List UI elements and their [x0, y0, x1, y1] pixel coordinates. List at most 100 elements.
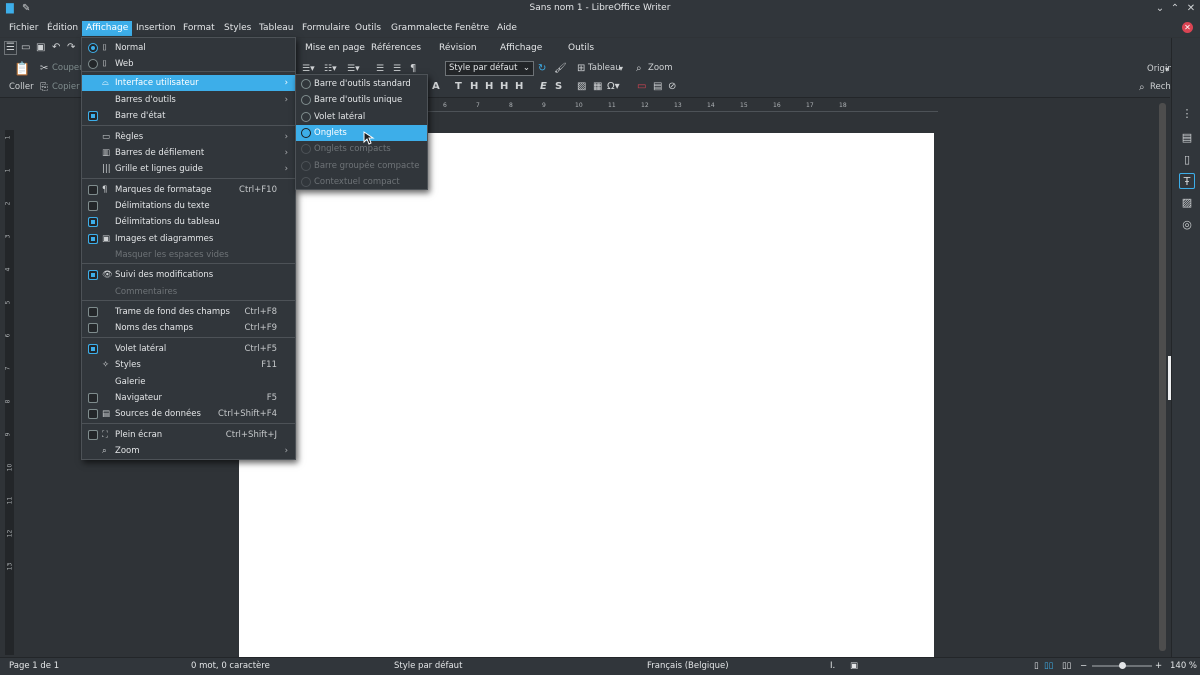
styles-icon[interactable]: Ŧ [1179, 173, 1195, 189]
view-menu-item[interactable]: Délimitations du tableau [82, 214, 295, 230]
tab-outils[interactable]: Outils [568, 43, 594, 53]
heading1-icon[interactable]: H [470, 81, 478, 93]
save-icon[interactable]: ▣ [36, 42, 45, 54]
new-style-icon[interactable]: 🖌 [554, 63, 567, 75]
close-document-icon[interactable]: ✕ [1182, 22, 1193, 33]
view-menu-item[interactable]: ▤ Sources de données Ctrl+Shift+F4 [82, 406, 295, 422]
ui-submenu-item[interactable]: Onglets [296, 124, 427, 141]
cut-button[interactable]: Couper [52, 63, 83, 73]
zoom-button[interactable]: Zoom [648, 63, 673, 73]
close-window-icon[interactable]: ✕ [1184, 2, 1198, 16]
view-menu-item[interactable]: ¶ Marques de formatage Ctrl+F10 [82, 182, 295, 198]
checkbox[interactable] [88, 111, 98, 121]
navigator-icon[interactable]: ⊘ [668, 81, 676, 93]
view-menu-item[interactable]: Noms des champs Ctrl+F9 [82, 320, 295, 336]
page-icon[interactable]: ▯ [1179, 152, 1195, 168]
track-changes-icon[interactable]: ▤ [653, 81, 662, 93]
menu-format[interactable]: Format [179, 21, 219, 36]
comment-icon[interactable]: ▭ [637, 81, 646, 93]
navigator-sidebar-icon[interactable]: ◎ [1179, 217, 1195, 233]
radio-button[interactable] [301, 79, 311, 89]
radio-button[interactable] [301, 95, 311, 106]
paste-icon[interactable]: 📋 [14, 63, 30, 76]
ui-submenu-item[interactable]: Barre d'outils unique [296, 92, 427, 108]
menu-styles[interactable]: Styles [220, 21, 255, 36]
menu-insertion[interactable]: Insertion [132, 21, 180, 36]
checkbox[interactable] [88, 393, 98, 403]
radio-button[interactable] [301, 176, 311, 187]
checkbox[interactable] [88, 217, 98, 227]
menu-toggle-icon[interactable]: ☰ [4, 41, 17, 55]
checkbox[interactable] [88, 185, 98, 195]
cut-icon[interactable]: ✂ [40, 63, 48, 75]
redo-icon[interactable]: ↷ [67, 42, 75, 54]
undo-icon[interactable]: ↶ [52, 42, 60, 54]
view-menu-item[interactable]: ⌕ Zoom › [82, 443, 295, 459]
menu-affichage[interactable]: Affichage [82, 21, 133, 36]
search-icon[interactable]: ⌕ [1139, 82, 1145, 94]
open-icon[interactable]: ▭ [21, 42, 30, 54]
view-menu-item[interactable]: Barre d'état [82, 108, 295, 124]
update-style-icon[interactable]: ↻ [538, 63, 546, 75]
menu-outils[interactable]: Outils [351, 21, 385, 36]
paste-button[interactable]: Coller [9, 82, 34, 92]
zoom-slider-handle[interactable] [1119, 662, 1126, 669]
strong-icon[interactable]: S [555, 81, 562, 93]
checkbox[interactable] [88, 409, 98, 419]
book-view-icon[interactable]: ▯▯ [1062, 661, 1071, 671]
vertical-ruler[interactable]: 1 1 2 3 4 5 6 7 8 9 10 11 12 13 [4, 130, 14, 655]
view-menu-item[interactable]: Trame de fond des champs Ctrl+F8 [82, 304, 295, 320]
menu-fenetre[interactable]: Fenêtre [451, 21, 493, 36]
properties-icon[interactable]: ▤ [1179, 130, 1195, 146]
document-page[interactable] [239, 133, 934, 657]
menu-grammalecte[interactable]: Grammalecte [387, 21, 456, 36]
page-style[interactable]: Style par défaut [394, 661, 462, 671]
view-menu-item[interactable]: ⌷ Normal [82, 40, 295, 56]
view-menu-item[interactable]: Navigateur F5 [82, 390, 295, 406]
view-menu-item[interactable]: Volet latéral Ctrl+F5 [82, 341, 295, 357]
view-menu-item[interactable]: ⌷ Web [82, 56, 295, 72]
heading3-icon[interactable]: H [500, 81, 508, 93]
emphasis-icon[interactable]: E [540, 81, 547, 93]
copy-button[interactable]: Copier [52, 82, 80, 92]
language[interactable]: Français (Belgique) [647, 661, 729, 671]
checkbox[interactable] [88, 430, 98, 440]
image-icon[interactable]: ▨ [577, 81, 586, 93]
tab-affichage[interactable]: Affichage [500, 43, 542, 53]
radio-button[interactable] [301, 160, 311, 171]
copy-icon[interactable]: ⎘ [40, 82, 48, 94]
special-char-icon[interactable]: Ω▾ [607, 81, 620, 93]
checkbox[interactable] [88, 323, 98, 333]
view-menu-item[interactable]: ✧ Styles F11 [82, 357, 295, 373]
radio-button[interactable] [88, 43, 98, 53]
radio-button[interactable] [301, 144, 311, 155]
view-menu-item[interactable]: ⛶ Plein écran Ctrl+Shift+J [82, 427, 295, 443]
heading2-icon[interactable]: H [485, 81, 493, 93]
tab-mise-en-page[interactable]: Mise en page [305, 43, 365, 53]
single-page-view-icon[interactable]: ▯ [1034, 661, 1039, 671]
view-menu-item[interactable]: Délimitations du texte [82, 198, 295, 214]
title-style-icon[interactable]: T [455, 81, 462, 93]
view-menu-item[interactable]: Barres d'outils › [82, 92, 295, 108]
menu-tableau[interactable]: Tableau [255, 21, 298, 36]
checkbox[interactable] [88, 270, 98, 280]
table-dropdown-icon[interactable]: ▾ [619, 63, 623, 75]
checkbox[interactable] [88, 307, 98, 317]
checkbox[interactable] [88, 234, 98, 244]
zoom-in-icon[interactable]: + [1155, 661, 1162, 671]
ui-submenu-item[interactable]: Barre d'outils standard [296, 76, 427, 92]
origin-dropdown-icon[interactable]: ▾ [1165, 64, 1169, 76]
radio-button[interactable] [301, 127, 311, 138]
zoom-icon[interactable]: ⌕ [636, 63, 642, 75]
checkbox[interactable] [88, 344, 98, 354]
gallery-icon[interactable]: ▨ [1179, 195, 1195, 211]
table-icon[interactable]: ⊞ [577, 63, 585, 75]
insert-table-button[interactable]: Tableau [588, 63, 621, 73]
document-modified-icon[interactable]: ▣ [850, 661, 858, 671]
menu-fichier[interactable]: Fichier [5, 21, 42, 36]
vertical-scrollbar[interactable] [1159, 103, 1166, 651]
view-menu-item[interactable]: ||| Grille et lignes guide › [82, 161, 295, 177]
view-menu-item[interactable]: 👁 Suivi des modifications [82, 267, 295, 283]
view-menu-item[interactable]: ▭ Règles › [82, 129, 295, 145]
view-menu-item[interactable]: ▣ Images et diagrammes [82, 231, 295, 247]
